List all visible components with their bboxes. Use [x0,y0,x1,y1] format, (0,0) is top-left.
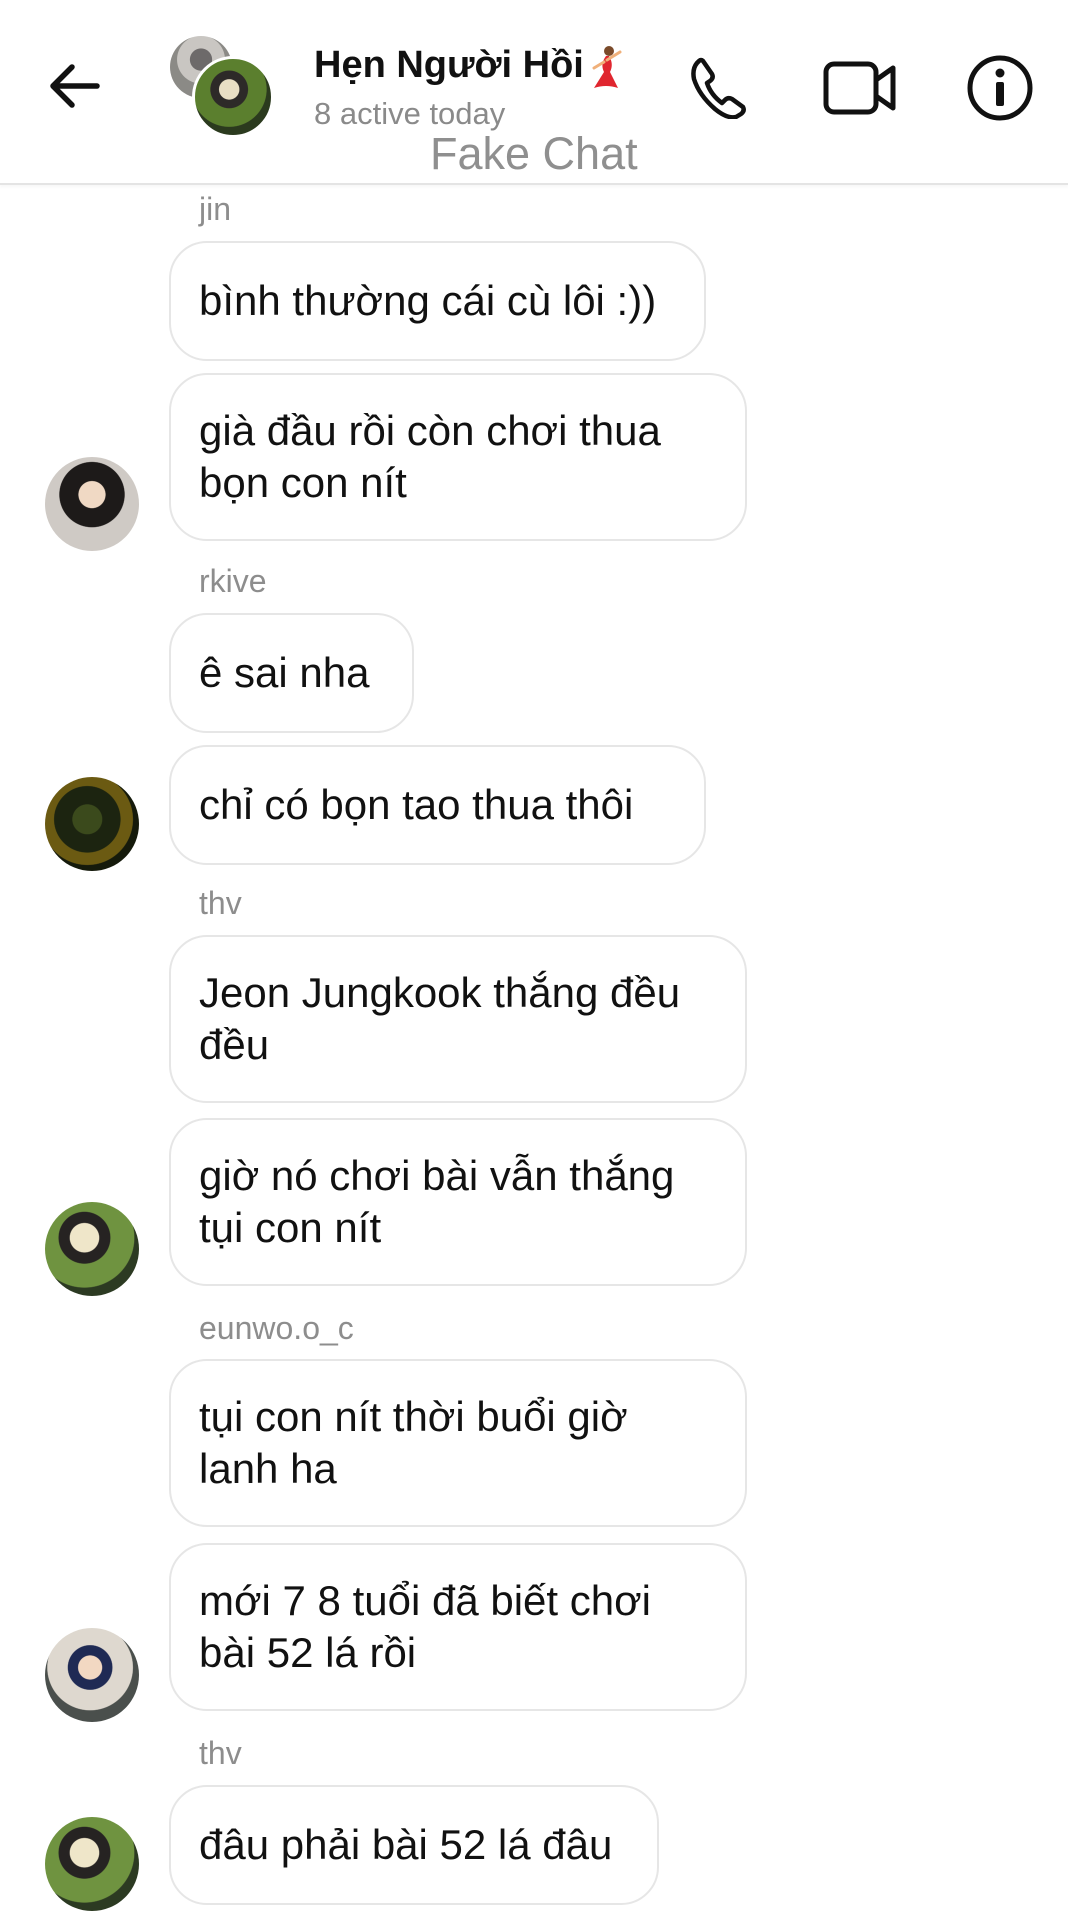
sender-name: rkive [199,563,267,599]
avatar[interactable] [45,1817,139,1911]
message-bubble[interactable]: Jeon Jungkook thắng đều đều [169,935,747,1103]
message-bubble[interactable]: tụi con nít thời buổi giờ lanh ha [169,1359,747,1527]
phone-icon[interactable] [680,50,756,126]
conversation-header: Hẹn Người Hồi 8 active today Fake Chat [0,0,1068,185]
active-status: 8 active today [314,96,506,131]
message-bubble[interactable]: mới 7 8 tuổi đã biết chơi bài 52 lá rồi [169,1543,747,1711]
message-text: giờ nó chơi bài vẫn thắng tụi con nít [199,1152,675,1251]
message-text: già đầu rồi còn chơi thua bọn con nít [199,407,661,506]
group-avatar-member [192,56,274,138]
sender-name: thv [199,885,242,921]
message-bubble[interactable]: bình thường cái cù lôi :)) [169,241,706,361]
sender-name: eunwo.o_c [199,1310,354,1346]
message-bubble[interactable]: giờ nó chơi bài vẫn thắng tụi con nít [169,1118,747,1286]
message-text: Jeon Jungkook thắng đều đều [199,969,681,1068]
message-bubble[interactable]: đâu phải bài 52 lá đâu [169,1785,659,1905]
avatar[interactable] [45,1202,139,1296]
message-bubble[interactable]: chỉ có bọn tao thua thôi [169,745,706,865]
dancer-emoji [586,44,626,92]
message-text: bình thường cái cù lôi :)) [199,277,657,324]
message-text: đâu phải bài 52 lá đâu [199,1821,613,1868]
avatar[interactable] [45,777,139,871]
video-camera-icon[interactable] [822,50,898,126]
avatar[interactable] [45,457,139,551]
message-thread[interactable]: jin bình thường cái cù lôi :)) già đầu r… [0,185,1068,1920]
watermark: Fake Chat [430,128,638,179]
back-arrow-icon[interactable] [44,56,104,116]
message-text: mới 7 8 tuổi đã biết chơi bài 52 lá rồi [199,1577,651,1676]
message-text: tụi con nít thời buổi giờ lanh ha [199,1393,628,1492]
chat-title[interactable]: Hẹn Người Hồi [314,44,584,87]
message-text: ê sai nha [199,649,370,696]
message-bubble[interactable]: ê sai nha [169,613,414,733]
sender-name: thv [199,1735,242,1771]
sender-name: jin [199,191,232,227]
info-icon[interactable] [962,50,1038,126]
message-bubble[interactable]: già đầu rồi còn chơi thua bọn con nít [169,373,747,541]
group-avatar[interactable] [170,36,274,138]
message-text: chỉ có bọn tao thua thôi [199,781,634,828]
avatar[interactable] [45,1628,139,1722]
